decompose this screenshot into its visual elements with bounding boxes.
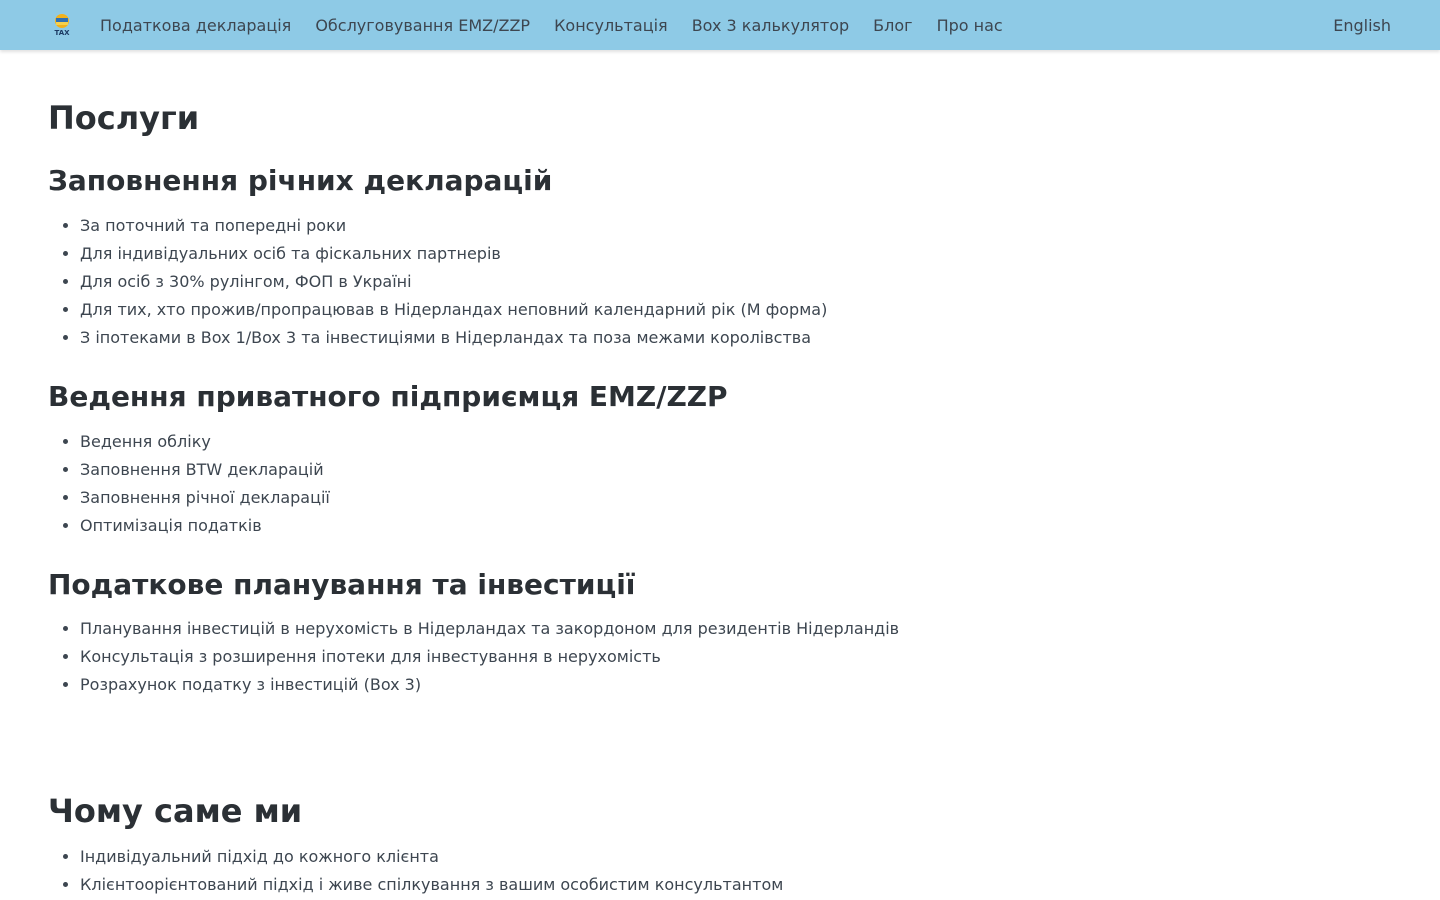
section-heading-why-us: Чому саме ми xyxy=(48,792,303,830)
list-item: Індивідуальний підхід до кожного клієнта xyxy=(80,843,783,871)
nav-tax-declaration[interactable]: Податкова декларація xyxy=(88,16,303,35)
section-list-annual: За поточний та попередні роки Для індиві… xyxy=(48,212,827,352)
list-item: Для тих, хто прожив/пропрацював в Нідерл… xyxy=(80,296,827,324)
nav-emz-zzp[interactable]: Обслуговування EMZ/ZZP xyxy=(303,16,542,35)
list-item: Для індивідуальних осіб та фіскальних па… xyxy=(80,240,827,268)
list-item: Клієнтоорієнтований підхід і живе спілку… xyxy=(80,871,783,899)
section-heading-emz: Ведення приватного підприємця EMZ/ZZP xyxy=(48,380,728,413)
section-heading-planning: Податкове планування та інвестиції xyxy=(48,568,636,601)
main-nav: Податкова декларація Обслуговування EMZ/… xyxy=(88,0,1015,50)
section-list-emz: Ведення обліку Заповнення BTW декларацій… xyxy=(48,428,330,540)
list-item: Розрахунок податку з інвестицій (Box 3) xyxy=(80,671,899,699)
list-item: Заповнення BTW декларацій xyxy=(80,456,330,484)
page-title: Послуги xyxy=(48,99,200,137)
language-switch[interactable]: English xyxy=(1321,16,1403,35)
section-list-planning: Планування інвестицій в нерухомість в Ні… xyxy=(48,615,899,699)
list-item: Планування інвестицій в нерухомість в Ні… xyxy=(80,615,899,643)
list-item: З іпотеками в Box 1/Box 3 та інвестиціям… xyxy=(80,324,827,352)
list-item: Консультація з розширення іпотеки для ін… xyxy=(80,643,899,671)
list-item: Ведення обліку xyxy=(80,428,330,456)
navbar: TAX Податкова декларація Обслуговування … xyxy=(0,0,1440,50)
nav-about[interactable]: Про нас xyxy=(925,16,1015,35)
language-switch-container: English xyxy=(1321,0,1403,50)
logo-icon[interactable]: TAX xyxy=(50,13,74,37)
nav-box3-calculator[interactable]: Box 3 калькулятор xyxy=(680,16,861,35)
section-list-why-us: Індивідуальний підхід до кожного клієнта… xyxy=(48,843,783,899)
logo-text: TAX xyxy=(54,29,70,37)
nav-consultation[interactable]: Консультація xyxy=(542,16,680,35)
list-item: Для осіб з 30% рулінгом, ФОП в Україні xyxy=(80,268,827,296)
list-item: За поточний та попередні роки xyxy=(80,212,827,240)
section-heading-annual: Заповнення річних декларацій xyxy=(48,164,553,197)
nav-blog[interactable]: Блог xyxy=(861,16,924,35)
list-item: Заповнення річної декларації xyxy=(80,484,330,512)
list-item: Оптимізація податків xyxy=(80,512,330,540)
